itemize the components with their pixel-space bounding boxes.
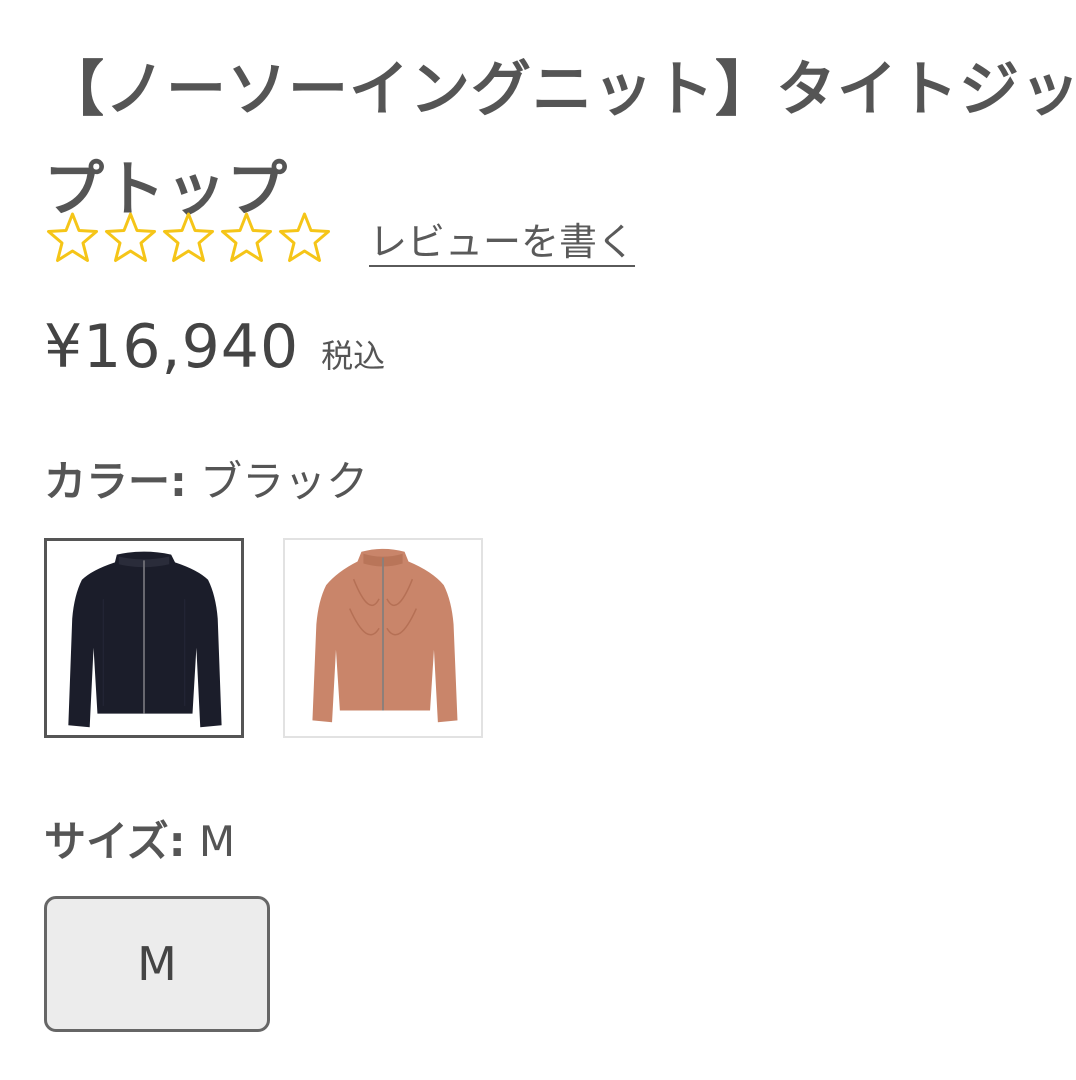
star-outline-icon[interactable] <box>44 210 101 266</box>
color-selected-value: ブラック <box>200 457 369 506</box>
cardigan-image-black <box>68 551 222 728</box>
size-label-key: サイズ: <box>44 817 186 866</box>
star-rating <box>44 210 333 266</box>
color-label-key: カラー: <box>44 457 187 506</box>
star-outline-icon[interactable] <box>276 210 333 266</box>
cardigan-image-orange <box>312 548 458 723</box>
star-outline-icon[interactable] <box>102 210 159 266</box>
size-option-m[interactable]: M <box>44 896 270 1032</box>
product-title-line-1: 【ノーソーイングニット】タイトジッ <box>44 55 1076 126</box>
rating-row: レビューを書く <box>44 210 635 266</box>
size-label: サイズ: M <box>44 808 235 869</box>
color-label: カラー: ブラック <box>44 448 368 509</box>
size-option-label: M <box>137 937 177 991</box>
price: ¥16,940 <box>44 312 300 382</box>
price-row: ¥16,940 税込 <box>44 312 385 382</box>
color-swatch-black[interactable] <box>44 538 244 738</box>
size-selected-value: M <box>198 817 236 866</box>
star-outline-icon[interactable] <box>218 210 275 266</box>
tax-note: 税込 <box>321 337 386 375</box>
star-outline-icon[interactable] <box>160 210 217 266</box>
write-review-link[interactable]: レビューを書く <box>369 211 635 266</box>
color-swatch-orange[interactable] <box>283 538 483 738</box>
